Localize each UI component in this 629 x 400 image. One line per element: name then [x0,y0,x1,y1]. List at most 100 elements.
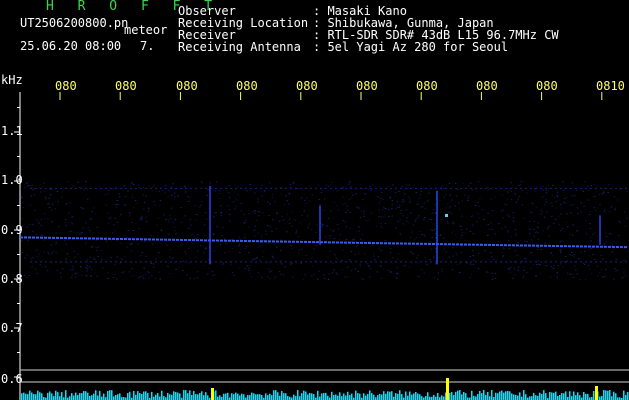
noise-pixel [40,224,42,226]
noise-pixel [252,258,254,260]
noise-pixel [280,193,282,195]
noise-pixel [183,185,185,187]
amplitude-bar [279,395,281,400]
noise-pixel [72,268,74,270]
noise-pixel [460,237,462,239]
noise-pixel [267,262,270,263]
amplitude-bar [627,392,629,400]
noise-pixel [469,255,472,257]
amplitude-bar [215,390,217,400]
noise-pixel [295,232,297,234]
noise-pixel [211,275,214,277]
noise-pixel [403,193,406,195]
noise-pixel [389,247,392,249]
noise-pixel [472,233,474,235]
amplitude-bar [331,391,333,400]
noise-pixel [292,182,295,184]
noise-pixel [410,251,412,253]
amplitude-bar [461,394,463,400]
noise-pixel [306,215,309,217]
noise-pixel [472,255,474,256]
noise-pixel [494,196,496,198]
noise-pixel [384,222,386,224]
amplitude-bar [313,394,315,400]
noise-pixel [443,187,445,189]
noise-pixel [65,243,68,245]
noise-pixel [317,278,319,280]
noise-pixel [585,220,587,222]
noise-pixel [213,234,215,235]
noise-pixel [389,197,391,199]
amplitude-bar [201,391,203,400]
noise-pixel [144,273,147,275]
noise-pixel [423,202,426,204]
noise-pixel [271,194,274,196]
amplitude-bar [269,393,271,400]
noise-pixel [461,245,463,247]
noise-pixel [451,268,454,270]
noise-pixel [284,204,286,206]
noise-pixel [268,271,271,273]
noise-pixel [187,262,190,264]
noise-pixel [579,201,582,203]
noise-pixel [301,214,303,216]
noise-pixel [553,265,555,267]
amplitude-bar [141,394,143,400]
noise-pixel [583,205,585,207]
noise-pixel [541,196,544,198]
noise-pixel [349,259,351,261]
noise-pixel [531,202,534,204]
noise-pixel [424,208,427,209]
noise-pixel [541,211,543,213]
noise-pixel [61,268,64,270]
noise-pixel [401,201,403,203]
noise-pixel [485,271,487,273]
noise-pixel [127,190,129,192]
noise-pixel [455,254,458,256]
noise-pixel [272,219,274,221]
amplitude-bar [503,392,505,400]
noise-pixel [520,184,522,186]
noise-pixel [556,191,559,193]
noise-pixel [269,226,271,228]
noise-pixel [278,220,281,222]
noise-pixel [502,209,504,211]
noise-pixel [80,207,83,209]
noise-pixel [92,207,95,209]
noise-pixel [288,203,290,205]
noise-pixel [517,266,520,268]
noise-pixel [609,211,611,213]
noise-pixel [105,204,108,206]
noise-pixel [239,238,241,240]
noise-pixel [560,207,562,209]
noise-pixel [522,260,524,262]
noise-pixel [528,221,531,223]
noise-pixel [71,269,73,271]
noise-pixel [372,244,374,246]
noise-pixel [415,219,417,220]
amplitude-bar [459,390,461,400]
amplitude-bar [91,395,93,400]
noise-pixel [423,234,425,236]
noise-pixel [170,186,172,188]
noise-pixel [132,184,135,185]
noise-pixel [576,273,579,275]
noise-pixel [145,221,148,223]
noise-pixel [572,276,575,278]
noise-pixel [44,213,46,215]
noise-pixel [417,255,419,256]
amplitude-bar [409,391,411,400]
noise-pixel [119,262,122,264]
noise-pixel [336,274,339,276]
amplitude-bar [31,392,33,400]
noise-pixel [582,190,584,192]
noise-pixel [321,225,324,227]
noise-pixel [572,224,574,226]
noise-pixel [506,190,509,192]
noise-pixel [171,195,173,196]
noise-pixel [623,275,626,277]
noise-pixel [359,238,362,240]
noise-pixel [556,272,558,274]
amplitude-bar [363,393,365,400]
amplitude-bar [555,391,557,400]
